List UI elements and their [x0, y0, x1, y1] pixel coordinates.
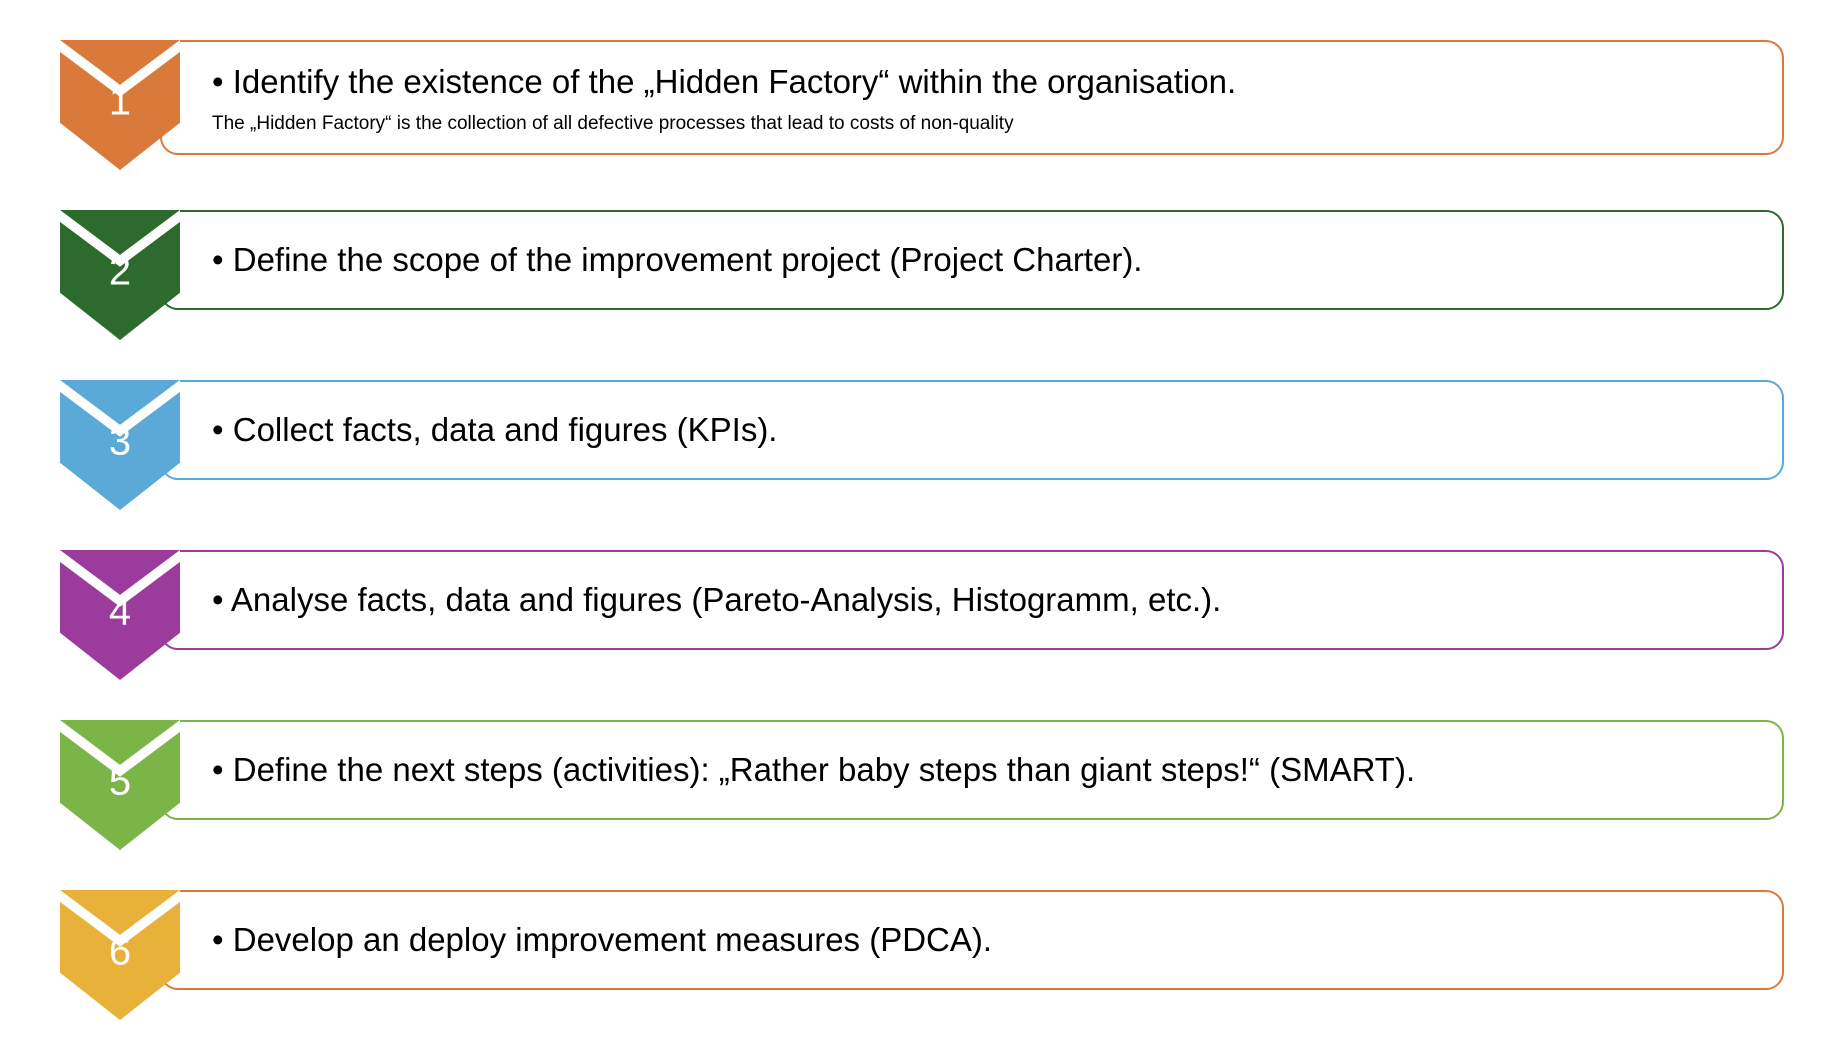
- step-content-box: Identify the existence of the „Hidden Fa…: [160, 40, 1784, 155]
- step-number: 2: [109, 250, 131, 295]
- step-content-box: Develop an deploy improvement measures (…: [160, 890, 1784, 990]
- step-text: Identify the existence of the „Hidden Fa…: [212, 60, 1752, 105]
- process-steps-diagram: 1 Identify the existence of the „Hidden …: [60, 40, 1784, 1020]
- chevron-icon: 2: [60, 210, 180, 340]
- step-number: 4: [109, 590, 131, 635]
- step-content-box: Define the scope of the improvement proj…: [160, 210, 1784, 310]
- chevron-icon: 6: [60, 890, 180, 1020]
- chevron-icon: 1: [60, 40, 180, 170]
- step-text: Define the next steps (activities): „Rat…: [212, 748, 1752, 793]
- step-text: Develop an deploy improvement measures (…: [212, 918, 1752, 963]
- step-text: Define the scope of the improvement proj…: [212, 238, 1752, 283]
- step-number: 1: [109, 80, 131, 125]
- step-subtext: The „Hidden Factory“ is the collection o…: [212, 113, 1752, 135]
- step-row-6: 6 Develop an deploy improvement measures…: [60, 890, 1784, 1020]
- step-text: Analyse facts, data and figures (Pareto-…: [212, 578, 1752, 623]
- chevron-icon: 3: [60, 380, 180, 510]
- step-content-box: Analyse facts, data and figures (Pareto-…: [160, 550, 1784, 650]
- step-number: 3: [109, 420, 131, 465]
- step-row-4: 4 Analyse facts, data and figures (Paret…: [60, 550, 1784, 680]
- step-text: Collect facts, data and figures (KPIs).: [212, 408, 1752, 453]
- step-row-5: 5 Define the next steps (activities): „R…: [60, 720, 1784, 850]
- chevron-icon: 5: [60, 720, 180, 850]
- step-number: 5: [109, 760, 131, 805]
- step-row-2: 2 Define the scope of the improvement pr…: [60, 210, 1784, 340]
- step-row-1: 1 Identify the existence of the „Hidden …: [60, 40, 1784, 170]
- step-content-box: Define the next steps (activities): „Rat…: [160, 720, 1784, 820]
- step-row-3: 3 Collect facts, data and figures (KPIs)…: [60, 380, 1784, 510]
- chevron-icon: 4: [60, 550, 180, 680]
- step-content-box: Collect facts, data and figures (KPIs).: [160, 380, 1784, 480]
- step-number: 6: [109, 930, 131, 975]
